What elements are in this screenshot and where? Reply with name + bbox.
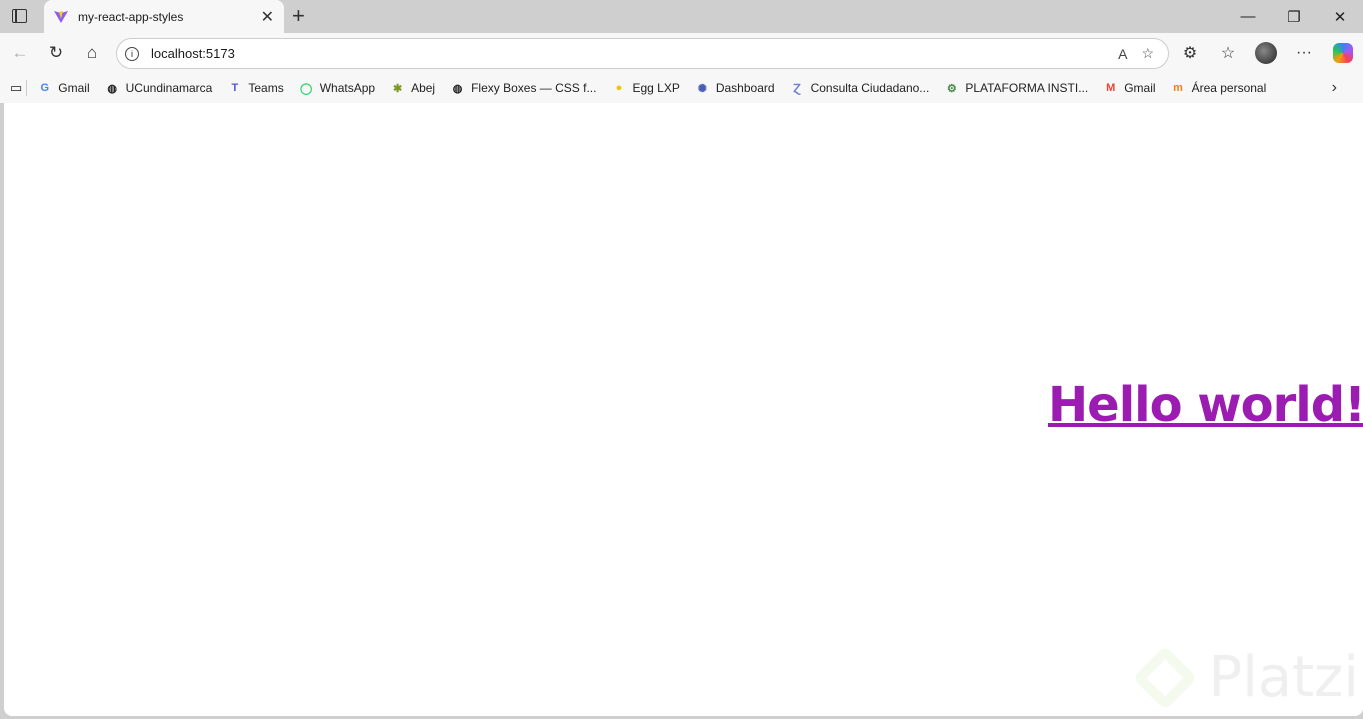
platzi-wordmark: Platzi (1208, 645, 1359, 710)
google-icon: G (40, 82, 50, 94)
tab-bar: my-react-app-styles ✕ + — ❐ ✕ (0, 0, 1363, 33)
profile-avatar[interactable] (1255, 42, 1277, 64)
minimize-icon[interactable]: — (1225, 0, 1271, 33)
bookmark-area-personal[interactable]: m Área personal (1171, 81, 1266, 96)
chevron-right-icon[interactable]: › (1332, 79, 1337, 97)
close-tab-icon[interactable]: ✕ (261, 7, 274, 27)
bookmark-flexy-boxes[interactable]: ◍ Flexy Boxes — CSS f... (450, 81, 597, 96)
favorites-icon[interactable]: ☆ (1209, 43, 1247, 63)
restore-icon[interactable]: ❐ (1271, 0, 1317, 33)
read-aloud-icon[interactable]: A (1118, 46, 1127, 62)
home-icon[interactable]: ⌂ (74, 43, 110, 63)
globe-icon: ◍ (107, 82, 117, 95)
bookmarks-bar: ▭ G Gmail ◍ UCundinamarca T Teams ◯ WhatsApp… (0, 73, 1363, 103)
whatsapp-icon: ◯ (300, 82, 313, 95)
teams-icon: T (231, 82, 239, 94)
hello-world-heading-link[interactable]: Hello world! (1048, 377, 1363, 433)
bookmark-whatsapp[interactable]: ◯ WhatsApp (299, 81, 375, 96)
site-info-icon[interactable]: i (125, 46, 139, 61)
collections-icon[interactable]: ▭ (10, 80, 22, 96)
tab-title: my-react-app-styles (78, 9, 184, 24)
gear-icon: ⚙ (946, 82, 957, 95)
bookmark-egg-lxp[interactable]: ● Egg LXP (611, 81, 680, 96)
url-text[interactable]: localhost:5173 (151, 46, 1118, 61)
page-content: Hello world! Platzi (4, 103, 1363, 716)
window-close-icon[interactable]: ✕ (1317, 0, 1363, 33)
gmail-icon: M (1106, 82, 1116, 94)
refresh-icon[interactable]: ↻ (38, 43, 74, 63)
vite-favicon-icon (54, 10, 68, 23)
tab-active[interactable]: my-react-app-styles ✕ (44, 0, 284, 33)
bookmark-plataforma[interactable]: ⚙ PLATAFORMA INSTI... (944, 81, 1088, 96)
bookmark-gmail[interactable]: G Gmail (37, 81, 90, 96)
bookmark-gmail-2[interactable]: M Gmail (1103, 81, 1155, 96)
bookmark-dashboard[interactable]: ✺ Dashboard (695, 81, 775, 96)
copilot-icon[interactable] (1333, 43, 1353, 63)
bookmark-abej[interactable]: ✱ Abej (390, 81, 435, 96)
extensions-icon[interactable]: ⚙ (1171, 43, 1209, 63)
favorite-star-icon[interactable]: ☆ (1141, 45, 1154, 62)
bookmark-ucundinamarca[interactable]: ◍ UCundinamarca (105, 81, 212, 96)
globe-icon: ◍ (452, 82, 463, 95)
platzi-logo-icon (1132, 644, 1198, 711)
back-icon[interactable]: ← (2, 43, 38, 63)
bookmark-teams[interactable]: T Teams (227, 81, 283, 96)
navigation-toolbar: ← ↻ ⌂ i localhost:5173 A ☆ ⚙ ☆ ··· (0, 33, 1363, 73)
bookmark-consulta[interactable]: Ɀ Consulta Ciudadano... (790, 81, 929, 96)
consulta-icon: Ɀ (793, 82, 801, 95)
address-bar[interactable]: i localhost:5173 A ☆ (116, 38, 1169, 69)
egg-icon: ● (615, 82, 623, 94)
more-menu-icon[interactable]: ··· (1285, 44, 1323, 62)
platzi-watermark: Platzi (1132, 644, 1359, 711)
bee-icon: ✱ (392, 82, 403, 95)
divider (26, 80, 28, 96)
new-tab-button[interactable]: + (292, 3, 305, 29)
dashboard-icon: ✺ (697, 82, 707, 95)
moodle-icon: m (1173, 82, 1183, 94)
tab-actions-icon[interactable] (12, 9, 27, 23)
